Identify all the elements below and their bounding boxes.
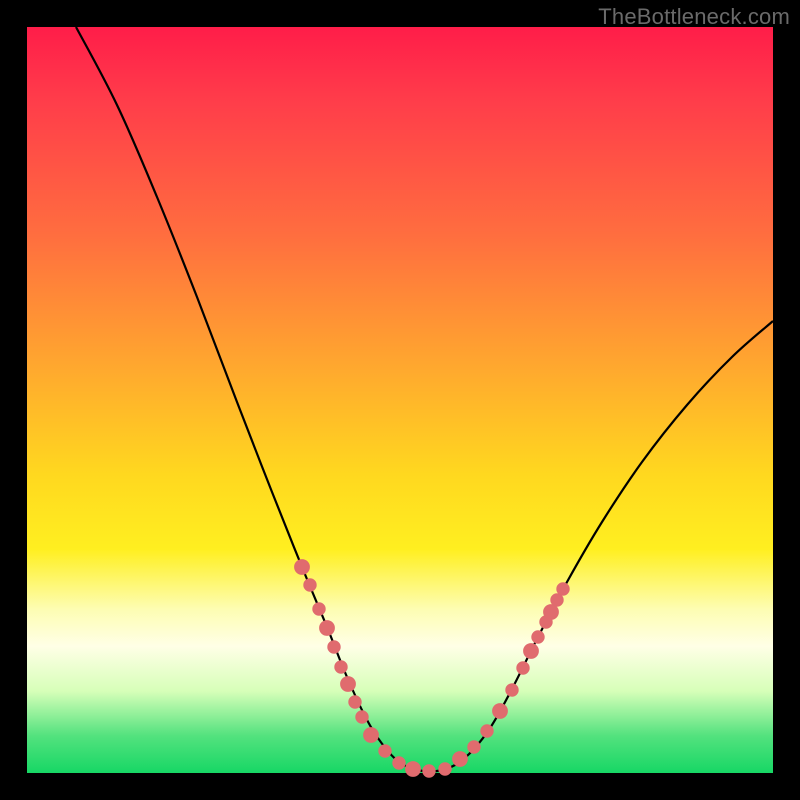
marker-dot [313, 603, 325, 615]
chart-frame: TheBottleneck.com [0, 0, 800, 800]
marker-dot [453, 752, 468, 767]
marker-dot [406, 762, 421, 777]
marker-dot [393, 757, 405, 769]
marker-dot [304, 579, 316, 591]
marker-dot [524, 644, 539, 659]
marker-dot [551, 594, 563, 606]
marker-dot [557, 583, 569, 595]
marker-dot [356, 711, 368, 723]
marker-dot [532, 631, 544, 643]
marker-dot [364, 728, 379, 743]
marker-dot [439, 763, 451, 775]
marker-dot [320, 621, 335, 636]
bottleneck-curve [76, 27, 773, 772]
marker-dot [544, 605, 559, 620]
watermark-text: TheBottleneck.com [598, 4, 790, 30]
marker-dot [335, 661, 347, 673]
marker-dot [423, 765, 435, 777]
curve-layer [27, 27, 773, 773]
marker-dot [481, 725, 493, 737]
marker-dot [493, 704, 508, 719]
marker-dot [517, 662, 529, 674]
marker-dot [468, 741, 480, 753]
marker-dot [349, 696, 361, 708]
marker-dot [379, 745, 391, 757]
marker-dot [295, 560, 310, 575]
marker-dot [506, 684, 518, 696]
marker-dot [328, 641, 340, 653]
plot-area [27, 27, 773, 773]
marker-group [295, 560, 570, 778]
marker-dot [341, 677, 356, 692]
